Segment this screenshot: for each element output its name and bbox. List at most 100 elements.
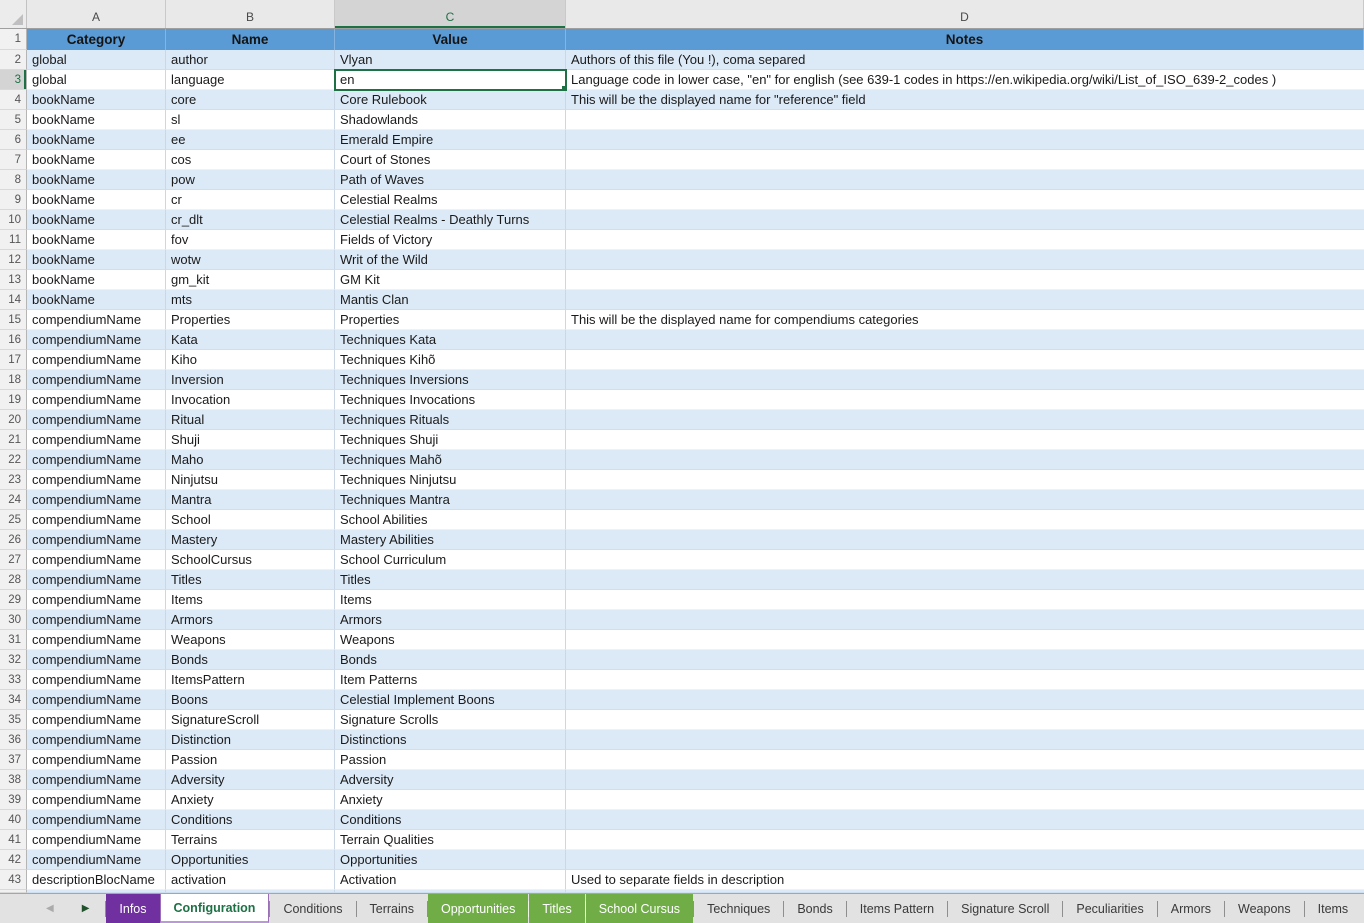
cell-C39[interactable]: Anxiety — [335, 790, 566, 810]
cell-B22[interactable]: Maho — [166, 450, 335, 470]
cell-B36[interactable]: Distinction — [166, 730, 335, 750]
row-header-43[interactable]: 43 — [0, 870, 27, 890]
cell-D31[interactable] — [566, 630, 1364, 650]
cell-B30[interactable]: Armors — [166, 610, 335, 630]
row-header-30[interactable]: 30 — [0, 610, 27, 630]
cell-B26[interactable]: Mastery — [166, 530, 335, 550]
cell-C11[interactable]: Fields of Victory — [335, 230, 566, 250]
cell-A6[interactable]: bookName — [27, 130, 166, 150]
cell-C28[interactable]: Titles — [335, 570, 566, 590]
cell-A13[interactable]: bookName — [27, 270, 166, 290]
header-cell[interactable]: Category — [27, 29, 166, 50]
cell-C41[interactable]: Terrain Qualities — [335, 830, 566, 850]
cell-A19[interactable]: compendiumName — [27, 390, 166, 410]
row-header-28[interactable]: 28 — [0, 570, 27, 590]
cell-D2[interactable]: Authors of this file (You !), coma separ… — [566, 50, 1364, 70]
row-header-3[interactable]: 3 — [0, 70, 27, 90]
cell-C22[interactable]: Techniques Mahõ — [335, 450, 566, 470]
row-header-31[interactable]: 31 — [0, 630, 27, 650]
cell-A7[interactable]: bookName — [27, 150, 166, 170]
cell-A18[interactable]: compendiumName — [27, 370, 166, 390]
sheet-tab-bonds[interactable]: Bonds — [784, 894, 845, 923]
cell-A2[interactable]: global — [27, 50, 166, 70]
cell-D14[interactable] — [566, 290, 1364, 310]
cell-D22[interactable] — [566, 450, 1364, 470]
cell-A3[interactable]: global — [27, 70, 166, 90]
cell-A25[interactable]: compendiumName — [27, 510, 166, 530]
cell-D40[interactable] — [566, 810, 1364, 830]
cell-D6[interactable] — [566, 130, 1364, 150]
cell-D43[interactable]: Used to separate fields in description — [566, 870, 1364, 890]
cell-C17[interactable]: Techniques Kihõ — [335, 350, 566, 370]
row-header-15[interactable]: 15 — [0, 310, 27, 330]
row-header-10[interactable]: 10 — [0, 210, 27, 230]
row-header-27[interactable]: 27 — [0, 550, 27, 570]
cell-C5[interactable]: Shadowlands — [335, 110, 566, 130]
row-header-33[interactable]: 33 — [0, 670, 27, 690]
cell-C31[interactable]: Weapons — [335, 630, 566, 650]
row-header-7[interactable]: 7 — [0, 150, 27, 170]
cell-D26[interactable] — [566, 530, 1364, 550]
cell-C16[interactable]: Techniques Kata — [335, 330, 566, 350]
cell-A21[interactable]: compendiumName — [27, 430, 166, 450]
cell-A15[interactable]: compendiumName — [27, 310, 166, 330]
cell-A24[interactable]: compendiumName — [27, 490, 166, 510]
cell-A36[interactable]: compendiumName — [27, 730, 166, 750]
cell-A41[interactable]: compendiumName — [27, 830, 166, 850]
cell-B19[interactable]: Invocation — [166, 390, 335, 410]
cell-A10[interactable]: bookName — [27, 210, 166, 230]
row-header-39[interactable]: 39 — [0, 790, 27, 810]
cell-C27[interactable]: School Curriculum — [335, 550, 566, 570]
cell-D20[interactable] — [566, 410, 1364, 430]
cell-A37[interactable]: compendiumName — [27, 750, 166, 770]
sheet-tab-items[interactable]: Items — [1305, 894, 1362, 923]
row-header-8[interactable]: 8 — [0, 170, 27, 190]
sheet-tab-items-pattern[interactable]: Items Pattern — [847, 894, 947, 923]
row-header-41[interactable]: 41 — [0, 830, 27, 850]
cell-D4[interactable]: This will be the displayed name for "ref… — [566, 90, 1364, 110]
cell-B11[interactable]: fov — [166, 230, 335, 250]
row-header-6[interactable]: 6 — [0, 130, 27, 150]
cell-A34[interactable]: compendiumName — [27, 690, 166, 710]
cell-B2[interactable]: author — [166, 50, 335, 70]
cell-B35[interactable]: SignatureScroll — [166, 710, 335, 730]
cell-C35[interactable]: Signature Scrolls — [335, 710, 566, 730]
row-header-2[interactable]: 2 — [0, 50, 27, 70]
cell-B5[interactable]: sl — [166, 110, 335, 130]
sheet-tab-titles[interactable]: Titles — [529, 894, 584, 923]
row-header-26[interactable]: 26 — [0, 530, 27, 550]
cell-D25[interactable] — [566, 510, 1364, 530]
cell-B42[interactable]: Opportunities — [166, 850, 335, 870]
row-header-11[interactable]: 11 — [0, 230, 27, 250]
cell-C8[interactable]: Path of Waves — [335, 170, 566, 190]
column-header-c[interactable]: C — [335, 0, 566, 28]
cell-B20[interactable]: Ritual — [166, 410, 335, 430]
cell-C36[interactable]: Distinctions — [335, 730, 566, 750]
cell-B29[interactable]: Items — [166, 590, 335, 610]
cell-C6[interactable]: Emerald Empire — [335, 130, 566, 150]
cell-C23[interactable]: Techniques Ninjutsu — [335, 470, 566, 490]
cell-C40[interactable]: Conditions — [335, 810, 566, 830]
cell-D3[interactable]: Language code in lower case, "en" for en… — [566, 70, 1364, 90]
cell-D5[interactable] — [566, 110, 1364, 130]
row-header-18[interactable]: 18 — [0, 370, 27, 390]
scroll-sheets-right-icon[interactable]: ▶ — [82, 904, 90, 914]
cell-A14[interactable]: bookName — [27, 290, 166, 310]
cell-B37[interactable]: Passion — [166, 750, 335, 770]
cell-D10[interactable] — [566, 210, 1364, 230]
row-header-22[interactable]: 22 — [0, 450, 27, 470]
cell-D18[interactable] — [566, 370, 1364, 390]
cell-D12[interactable] — [566, 250, 1364, 270]
cell-C10[interactable]: Celestial Realms - Deathly Turns — [335, 210, 566, 230]
column-header-b[interactable]: B — [166, 0, 335, 28]
cell-C15[interactable]: Properties — [335, 310, 566, 330]
cell-B21[interactable]: Shuji — [166, 430, 335, 450]
cell-A8[interactable]: bookName — [27, 170, 166, 190]
row-header-17[interactable]: 17 — [0, 350, 27, 370]
cell-C19[interactable]: Techniques Invocations — [335, 390, 566, 410]
cell-C26[interactable]: Mastery Abilities — [335, 530, 566, 550]
row-header-16[interactable]: 16 — [0, 330, 27, 350]
cell-C29[interactable]: Items — [335, 590, 566, 610]
cell-D13[interactable] — [566, 270, 1364, 290]
row-header-40[interactable]: 40 — [0, 810, 27, 830]
